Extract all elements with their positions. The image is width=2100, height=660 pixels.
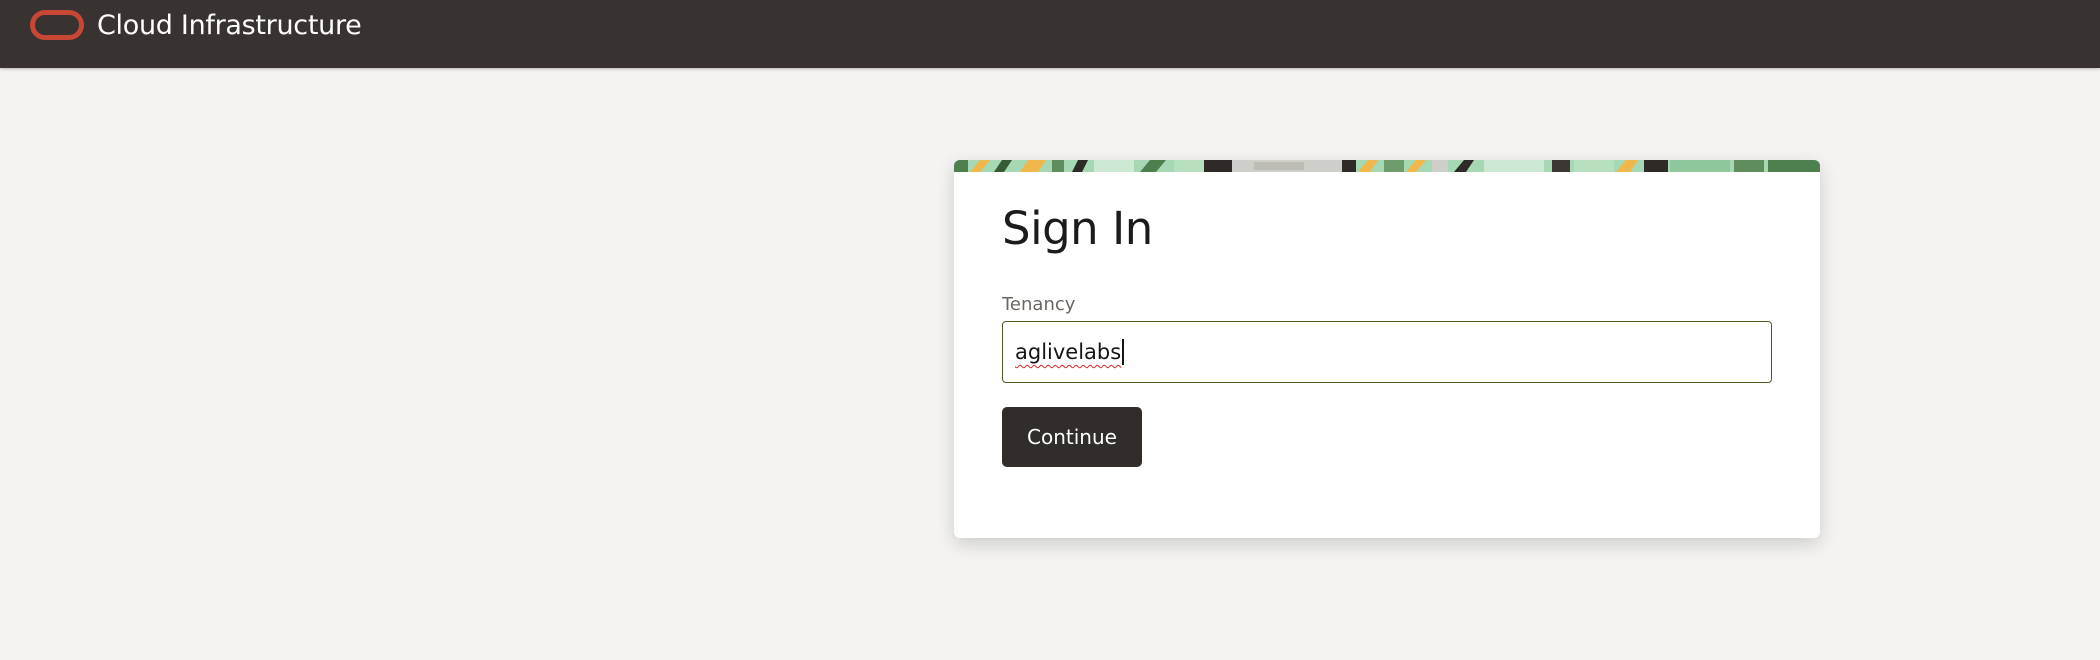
brand-title[interactable]: Cloud Infrastructure: [97, 10, 362, 41]
tenancy-input-value[interactable]: aglivelabs: [1015, 340, 1121, 364]
text-caret: [1122, 339, 1124, 365]
tenancy-input[interactable]: aglivelabs: [1002, 321, 1772, 383]
tenancy-label: Tenancy: [1002, 294, 1076, 315]
sign-in-card: Sign In Tenancy aglivelabs Continue: [954, 160, 1820, 538]
decorative-banner: [954, 160, 1820, 172]
top-header-bar: Cloud Infrastructure: [0, 0, 2100, 68]
continue-button[interactable]: Continue: [1002, 407, 1142, 467]
page-title: Sign In: [1002, 202, 1153, 255]
brand[interactable]: Cloud Infrastructure: [30, 5, 362, 45]
oracle-logo-icon[interactable]: [30, 10, 84, 40]
